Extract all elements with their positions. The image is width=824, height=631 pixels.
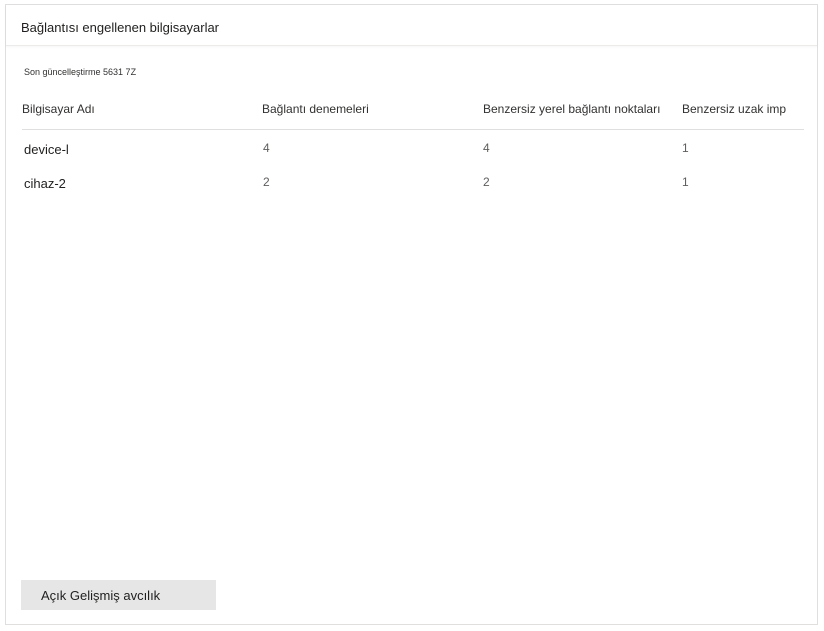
cell-computer-name[interactable]: cihaz-2 [24, 176, 66, 191]
blocked-computers-table: Bilgisayar Adı Bağlantı denemeleri Benze… [22, 97, 804, 198]
table-row[interactable]: device-l 4 4 1 [22, 130, 804, 164]
card-header: Bağlantısı engellenen bilgisayarlar [6, 5, 817, 46]
cell-unique-local-ports: 4 [483, 141, 490, 155]
cell-unique-local-ports: 2 [483, 175, 490, 189]
cell-computer-name[interactable]: device-l [24, 142, 69, 157]
open-advanced-hunting-button[interactable]: Açık Gelişmiş avcılık [21, 580, 216, 610]
column-header-connection-attempts[interactable]: Bağlantı denemeleri [262, 102, 369, 116]
column-header-computer-name[interactable]: Bilgisayar Adı [22, 102, 95, 116]
card-title: Bağlantısı engellenen bilgisayarlar [21, 20, 220, 35]
table-row[interactable]: cihaz-2 2 2 1 [22, 164, 804, 198]
cell-connection-attempts: 4 [263, 141, 270, 155]
last-updated-text: Son güncelleştirme 5631 7Z [24, 67, 137, 77]
column-header-unique-local-ports[interactable]: Benzersiz yerel bağlantı noktaları [483, 102, 660, 116]
card-edge-gap [6, 201, 11, 287]
column-header-unique-remote-ips[interactable]: Benzersiz uzak imp [682, 102, 786, 116]
cell-unique-remote-ips: 1 [682, 141, 689, 155]
blocked-computers-card: Bağlantısı engellenen bilgisayarlar Son … [5, 4, 818, 625]
table-header-row: Bilgisayar Adı Bağlantı denemeleri Benze… [22, 97, 804, 130]
cell-unique-remote-ips: 1 [682, 175, 689, 189]
cell-connection-attempts: 2 [263, 175, 270, 189]
